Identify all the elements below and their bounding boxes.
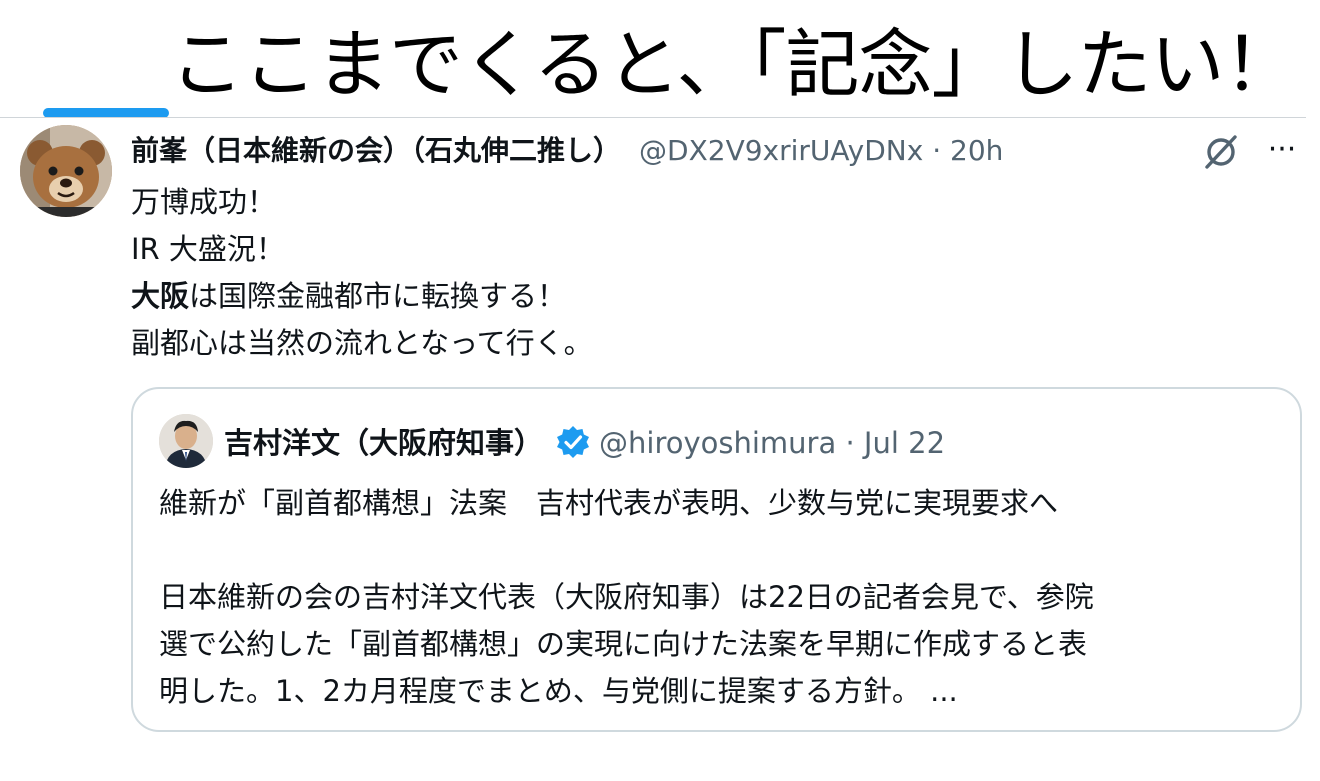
person-avatar-icon (159, 414, 213, 468)
quote-line: 日本維新の会の吉村洋文代表（大阪府知事）は22日の記者会見で、参院 (159, 580, 1094, 614)
grok-icon[interactable] (1202, 133, 1240, 171)
tweet-line: 副都心は当然の流れとなって行く。 (131, 326, 593, 360)
tweet-text: 万博成功！ IR 大盛況！ 大阪は国際金融都市に転換する！ 副都心は当然の流れと… (131, 179, 593, 367)
quote-line (159, 527, 1269, 574)
more-icon[interactable]: ··· (1262, 132, 1302, 168)
tweet-author-row: 前峯（日本維新の会）（石丸伸二推し） @DX2V9xrirUAyDNx · 20h (131, 131, 1003, 171)
handle-time[interactable]: @DX2V9xrirUAyDNx · 20h (639, 134, 1003, 167)
quote-author-name[interactable]: 吉村洋文（大阪府知事） (224, 426, 543, 460)
author-name[interactable]: 前峯（日本維新の会）（石丸伸二推し） (131, 134, 621, 167)
quote-line: 明した。1、2カ月程度でまとめ、与党側に提案する方針。 ... (159, 674, 958, 708)
avatar[interactable] (20, 125, 112, 217)
tweet-line: 大阪は国際金融都市に転換する！ (131, 279, 567, 313)
hashtag-bold: 大阪 (131, 279, 190, 313)
quote-text: 維新が「副首都構想」法案 吉村代表が表明、少数与党に実現要求へ 日本維新の会の吉… (159, 480, 1269, 715)
quote-author-row: 吉村洋文（大阪府知事） @hiroyoshimura · Jul 22 (224, 421, 945, 465)
quote-line: 選で公約した「副首都構想」の実現に向けた法案を早期に作成すると表 (159, 627, 1088, 661)
quote-avatar[interactable] (159, 414, 213, 468)
verified-badge-icon (555, 424, 591, 460)
quote-handle-time[interactable]: @hiroyoshimura · Jul 22 (599, 426, 945, 460)
divider (0, 117, 1306, 118)
tweet-line: IR 大盛況！ (131, 232, 285, 266)
bear-avatar-icon (20, 125, 112, 217)
headline: ここまでくると、「記念」したい！ (170, 22, 1298, 108)
tweet-line: 万博成功！ (131, 185, 277, 219)
quote-line: 維新が「副首都構想」法案 吉村代表が表明、少数与党に実現要求へ (159, 486, 1059, 520)
